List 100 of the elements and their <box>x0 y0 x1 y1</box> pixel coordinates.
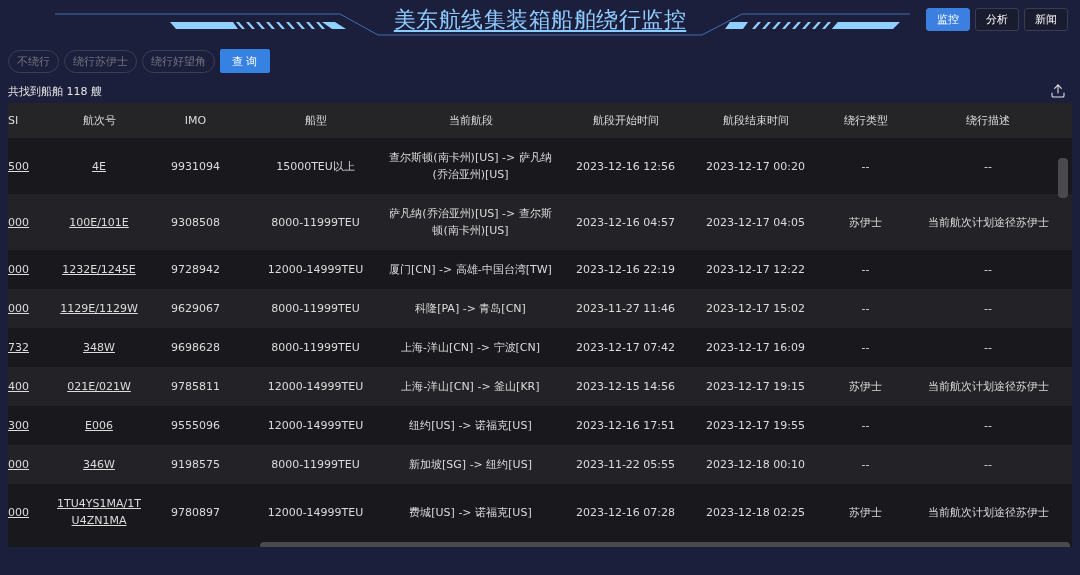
table-cell-text: 2023-12-16 17:51 <box>575 418 676 434</box>
table-link[interactable]: 1129E/1129W <box>60 300 138 317</box>
table-link[interactable]: 1TU4YS1MA/1TU4ZN1MA <box>57 495 141 529</box>
table-cell-text: 2023-11-27 11:46 <box>575 301 676 317</box>
table-cell-text: -- <box>861 158 870 175</box>
table-row[interactable]: 400 021E/021W 9785811 12000-14999TEU 上海-洋山[CN] -> 釜山[KR] 2023-12-15 14:56 2023-12-17 19:15 苏伊士 当前航次计划途径苏伊士 <box>8 367 1072 406</box>
table-cell-text: 12000-14999TEU <box>267 262 364 278</box>
table-link[interactable]: 348W <box>83 339 115 356</box>
table-cell-text: 9198575 <box>171 457 220 473</box>
column-header: 航段结束时间 <box>721 113 790 129</box>
column-header: 当前航段 <box>447 113 494 129</box>
table-link[interactable]: 400 <box>8 378 29 395</box>
query-button[interactable]: 查 询 <box>220 49 270 73</box>
table-link[interactable]: 4E <box>92 157 106 175</box>
table-cell-text: 2023-12-17 19:55 <box>705 418 806 434</box>
table-cell-text: 2023-12-17 00:20 <box>705 158 806 175</box>
table-link[interactable]: E006 <box>85 417 113 434</box>
column-header: 绕行描述 <box>965 113 1011 129</box>
table-cell-text: 上海-洋山[CN] -> 釜山[KR] <box>401 379 540 395</box>
table-cell-text: 苏伊士 <box>849 379 882 395</box>
column-header: SI <box>8 113 20 129</box>
table-link[interactable]: 732 <box>8 339 29 356</box>
table-cell-text: 2023-12-16 22:19 <box>575 262 676 278</box>
table-cell-text: -- <box>861 262 870 278</box>
table-link[interactable]: 000 <box>8 261 29 278</box>
table-cell-text: 纽约[US] -> 诺福克[US] <box>409 418 532 434</box>
table-link[interactable]: 300 <box>8 417 29 434</box>
table-cell-text: -- <box>984 457 992 473</box>
table-cell-text: 2023-12-17 16:09 <box>705 340 806 356</box>
nav-tab[interactable]: 新闻 <box>1024 8 1068 31</box>
table-cell-text: 2023-11-22 05:55 <box>575 457 676 473</box>
table-cell-text: 9785811 <box>171 379 220 395</box>
vertical-scrollbar[interactable] <box>1058 158 1068 198</box>
table-link[interactable]: 000 <box>8 456 29 473</box>
table-cell-text: 15000TEU以上 <box>276 158 355 175</box>
table-cell-text: -- <box>861 340 870 356</box>
table-link[interactable]: 000 <box>8 300 29 317</box>
nav-tab[interactable]: 监控 <box>926 8 970 31</box>
column-header: 航次号 <box>81 113 117 129</box>
table-cell-text: 费城[US] -> 诺福克[US] <box>409 504 532 521</box>
table-cell-text: 2023-12-17 04:05 <box>705 214 806 231</box>
table-link[interactable]: 000 <box>8 503 29 521</box>
table-cell-text: 8000-11999TEU <box>271 457 360 473</box>
table-cell-text: 9780897 <box>171 504 220 521</box>
nav-tab[interactable]: 分析 <box>975 8 1019 31</box>
table-cell-text: 查尔斯顿(南卡州)[US] -> 萨凡纳(乔治亚州)[US] <box>388 150 553 183</box>
table-link[interactable]: 021E/021W <box>67 378 131 395</box>
table-cell-text: 新加坡[SG] -> 纽约[US] <box>409 457 532 473</box>
table-row[interactable]: 000 100E/101E 9308508 8000-11999TEU 萨凡纳(乔治亚州)[US] -> 查尔斯顿(南卡州)[US] 2023-12-16 04:57 2023-12-17 04:05 苏伊士 当前航次计划途径苏伊士 <box>8 194 1072 250</box>
column-header: 航段开始时间 <box>591 113 660 129</box>
table-cell-text: 9931094 <box>171 158 220 175</box>
table-cell-text: 9728942 <box>171 262 220 278</box>
table-row[interactable]: 000 1129E/1129W 9629067 8000-11999TEU 科隆[PA] -> 青岛[CN] 2023-11-27 11:46 2023-12-17 15:02 -- -- <box>8 289 1072 328</box>
table-cell-text: 12000-14999TEU <box>267 379 364 395</box>
table-cell-text: 8000-11999TEU <box>271 301 360 317</box>
table-cell-text: 科隆[PA] -> 青岛[CN] <box>415 301 526 317</box>
table-cell-text: -- <box>984 418 992 434</box>
column-header: IMO <box>183 113 208 129</box>
table-link[interactable]: 1232E/1245E <box>62 261 136 278</box>
table-cell-text: 9555096 <box>171 418 220 434</box>
page-title: 美东航线集装箱船舶绕行监控 <box>393 6 687 34</box>
column-header: 绕行类型 <box>842 113 889 129</box>
table-cell-text: 8000-11999TEU <box>271 340 360 356</box>
table-cell-text: 当前航次计划途径苏伊士 <box>927 504 1049 521</box>
table-cell-text: 2023-12-17 12:22 <box>705 262 806 278</box>
table-link[interactable]: 000 <box>8 213 29 231</box>
table-link[interactable]: 346W <box>83 456 115 473</box>
table-cell-text: 2023-12-16 04:57 <box>575 214 676 231</box>
table-cell-text: -- <box>984 158 992 175</box>
table-cell-text: 苏伊士 <box>849 214 882 231</box>
upload-icon[interactable] <box>1050 83 1066 99</box>
table-cell-text: 厦门[CN] -> 高雄-中国台湾[TW] <box>389 262 552 278</box>
table-cell-text: 当前航次计划途径苏伊士 <box>927 214 1049 231</box>
table-link[interactable]: 500 <box>8 157 29 175</box>
table-cell-text: 9308508 <box>171 214 220 231</box>
table-cell-text: 苏伊士 <box>849 504 882 521</box>
table-cell-text: 12000-14999TEU <box>267 418 364 434</box>
table-cell-text: 12000-14999TEU <box>267 504 364 521</box>
table-cell-text: -- <box>984 301 992 317</box>
table-cell-text: 2023-12-17 15:02 <box>705 301 806 317</box>
table-cell-text: -- <box>984 340 992 356</box>
table-link[interactable]: 100E/101E <box>69 213 129 231</box>
result-count: 共找到船舶 118 艘 <box>8 83 102 99</box>
table-cell-text: 2023-12-18 00:10 <box>705 457 806 473</box>
table-cell-text: -- <box>984 262 992 278</box>
table-row[interactable]: 000 346W 9198575 8000-11999TEU 新加坡[SG] -> 纽约[US] 2023-11-22 05:55 2023-12-18 00:10 -- -- <box>8 445 1072 484</box>
table-cell-text: 2023-12-15 14:56 <box>575 379 676 395</box>
table-cell-text: -- <box>861 301 870 317</box>
column-header: 船型 <box>303 113 328 129</box>
table-cell-text: 当前航次计划途径苏伊士 <box>927 379 1049 395</box>
table-cell-text: -- <box>861 457 870 473</box>
table-cell-text: 9698628 <box>171 340 220 356</box>
table-cell-text: 2023-12-16 12:56 <box>575 158 676 175</box>
table-cell-text: 2023-12-17 19:15 <box>705 379 806 395</box>
table-cell-text: 2023-12-17 07:42 <box>575 340 676 356</box>
table-cell-text: 萨凡纳(乔治亚州)[US] -> 查尔斯顿(南卡州)[US] <box>388 206 553 239</box>
table-cell-text: 2023-12-18 02:25 <box>705 504 806 521</box>
table-cell-text: 9629067 <box>171 301 220 317</box>
table-cell-text: 2023-12-16 07:28 <box>575 504 676 521</box>
table-cell-text: -- <box>861 418 870 434</box>
